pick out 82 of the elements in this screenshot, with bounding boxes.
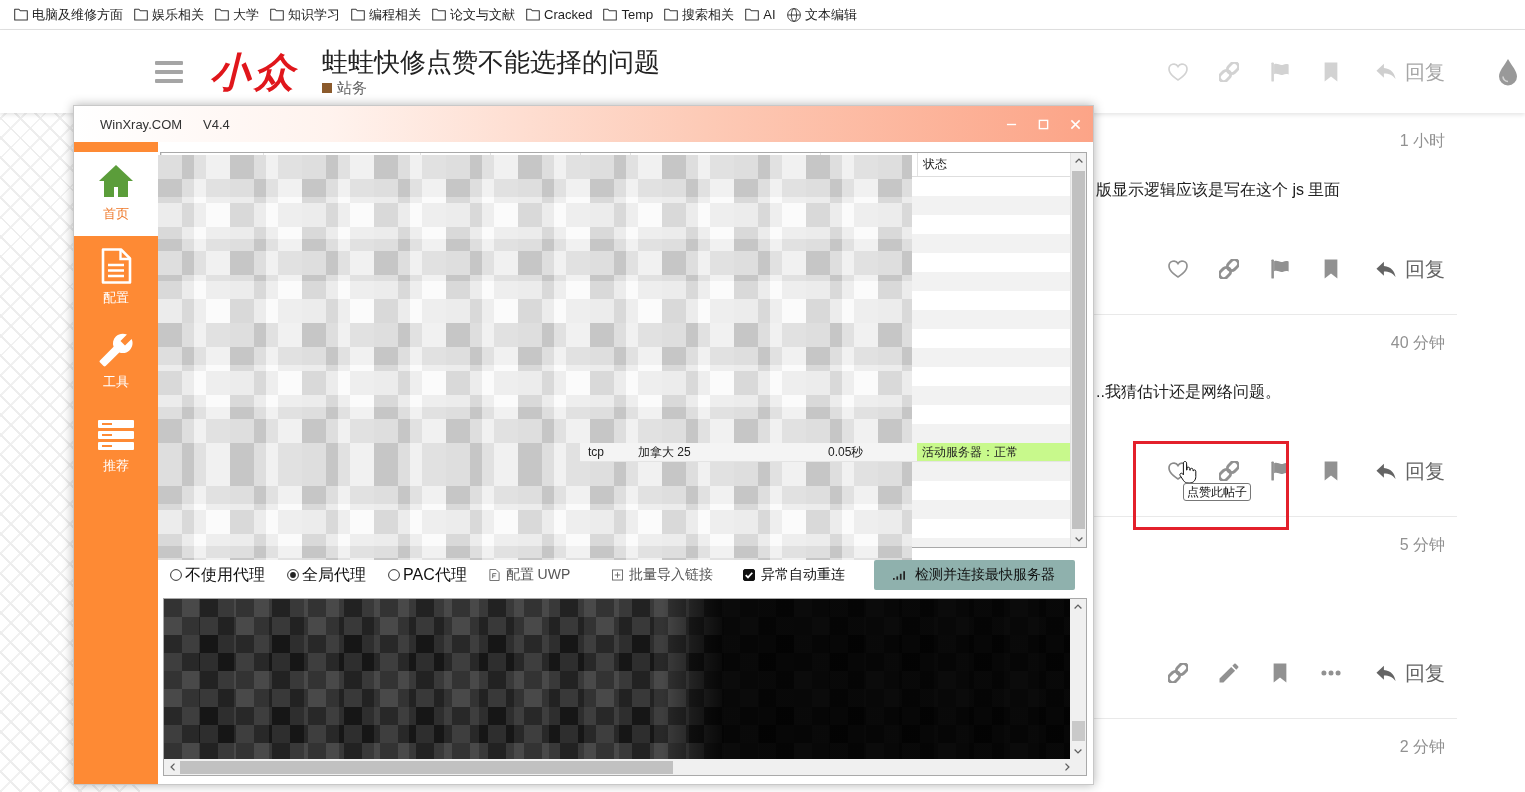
radio-option[interactable]: 全局代理: [287, 564, 366, 586]
bookmark-item[interactable]: AI: [745, 4, 776, 25]
menu-icon[interactable]: [155, 60, 183, 83]
bookmark-item[interactable]: 大学: [215, 4, 259, 25]
tooltip: 点赞此帖子: [1183, 483, 1251, 501]
document-icon: [488, 569, 500, 581]
bookmark-item[interactable]: Temp: [603, 4, 654, 25]
checkbox[interactable]: [743, 569, 756, 581]
heart-icon[interactable]: [1168, 461, 1188, 481]
folder-icon: [215, 8, 229, 21]
pencil-icon[interactable]: [1219, 663, 1239, 683]
folder-icon: [664, 8, 679, 21]
category-link[interactable]: 站务: [322, 77, 367, 98]
post-text: ..我猜估计还是网络问题。: [1096, 382, 1281, 402]
reply-icon: [1376, 664, 1396, 682]
scroll-right-icon[interactable]: [1065, 763, 1070, 771]
house-icon: [98, 164, 134, 198]
bookmark-item[interactable]: 文本编辑: [786, 4, 857, 25]
signal-bars-icon: [893, 570, 905, 580]
maximize-icon[interactable]: [1038, 118, 1049, 130]
server-icon: [97, 419, 135, 450]
folder-icon: [603, 8, 618, 21]
horizontal-scrollbar[interactable]: [164, 759, 1086, 775]
scroll-up-icon[interactable]: [1074, 158, 1083, 163]
plus-box-icon: [612, 569, 624, 581]
topic-title[interactable]: 蛙蛙快修点赞不能选择的问题: [322, 45, 660, 78]
reply-icon: [1376, 462, 1396, 480]
link-icon[interactable]: [1219, 259, 1239, 279]
version-label: V4.4: [203, 116, 230, 132]
radio-button[interactable]: [388, 569, 400, 581]
status-cell: 活动服务器：正常: [917, 443, 1070, 461]
bookmark-item[interactable]: 电脑及维修方面: [14, 4, 123, 25]
scrollbar-thumb[interactable]: [1071, 721, 1085, 741]
document-icon: [100, 248, 132, 284]
scrollbar-thumb[interactable]: [1072, 171, 1085, 529]
table-cell-text: 加拿大 25: [637, 444, 692, 461]
bookmark-item[interactable]: 娱乐相关: [134, 4, 204, 25]
folder-icon: [351, 8, 365, 21]
table-cell-text: 0.05秒: [827, 444, 865, 461]
close-icon[interactable]: [1070, 118, 1081, 130]
link-icon[interactable]: [1219, 461, 1239, 481]
folder-icon: [432, 8, 446, 21]
scroll-down-icon[interactable]: [1074, 537, 1083, 542]
connect-button[interactable]: 检测并连接最快服务器: [874, 560, 1075, 590]
scroll-down-icon[interactable]: [1074, 749, 1082, 754]
bookmark-item[interactable]: 编程相关: [351, 4, 421, 25]
folder-icon: [14, 8, 28, 21]
folder-icon: [134, 8, 148, 21]
wrench-icon: [98, 332, 134, 368]
scrollbar-thumb[interactable]: [180, 760, 673, 774]
window-title: WinXray.COM: [100, 116, 183, 132]
bookmark-item[interactable]: 论文与文献: [432, 4, 515, 25]
import-button[interactable]: 批量导入链接: [612, 566, 714, 584]
globe-icon: [786, 7, 801, 22]
drop-icon[interactable]: [1498, 57, 1518, 86]
flag-icon[interactable]: [1270, 259, 1290, 279]
checkbox-option[interactable]: 异常自动重连: [743, 566, 846, 584]
reply-button[interactable]: 回复: [1376, 459, 1445, 483]
folder-icon: [745, 8, 760, 21]
table-cell-text: tcp: [587, 444, 605, 461]
radio-option[interactable]: 不使用代理: [170, 564, 265, 586]
site-logo[interactable]: 小众: [210, 48, 298, 95]
scroll-up-icon[interactable]: [1074, 604, 1082, 609]
reply-button[interactable]: 回复: [1376, 661, 1445, 685]
reply-button[interactable]: 回复: [1376, 257, 1445, 281]
radio-button[interactable]: [287, 569, 299, 581]
radio-button[interactable]: [170, 569, 182, 581]
bookmark-item[interactable]: Cracked: [526, 4, 593, 25]
bookmark-item[interactable]: 搜索相关: [664, 4, 735, 25]
file-button[interactable]: 配置 UWP: [488, 566, 571, 584]
folder-icon: [270, 8, 284, 21]
post-text: 版显示逻辑应该是写在这个 js 里面: [1096, 180, 1341, 200]
reply-icon: [1376, 63, 1396, 80]
link-icon[interactable]: [1168, 663, 1188, 683]
radio-option[interactable]: PAC代理: [388, 564, 467, 586]
bookmark-item[interactable]: 知识学习: [270, 4, 340, 25]
scroll-left-icon[interactable]: [170, 763, 175, 771]
folder-icon: [526, 8, 540, 21]
vertical-scrollbar[interactable]: [1070, 153, 1086, 547]
reply-icon: [1376, 260, 1396, 278]
ellipsis-icon[interactable]: [1321, 670, 1341, 676]
vertical-scrollbar[interactable]: [1070, 599, 1086, 759]
